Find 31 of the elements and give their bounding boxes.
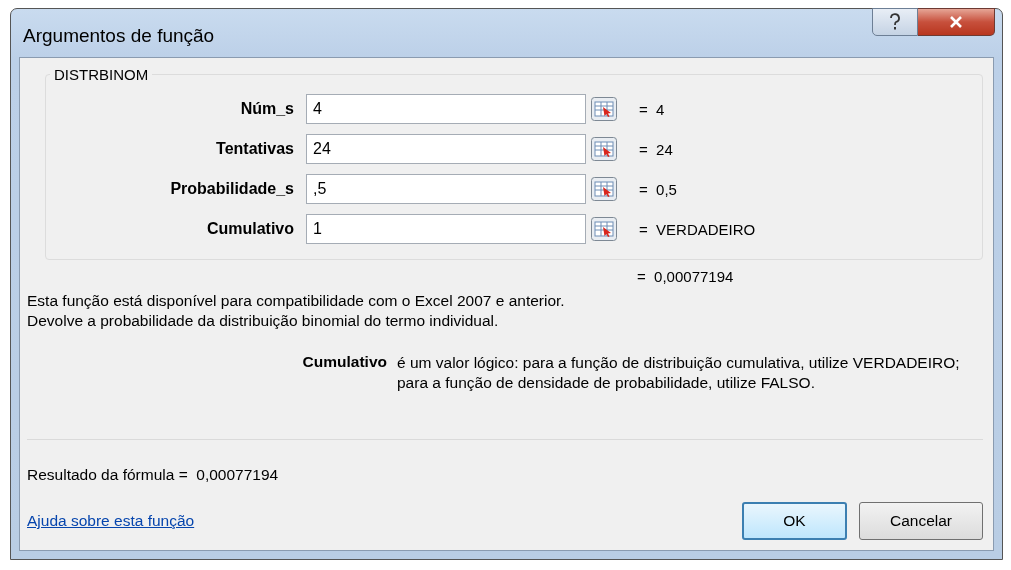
argument-field[interactable]: 24 [306, 134, 586, 164]
argument-help-text: é um valor lógico: para a função de distribuição cumulativa, utilize VERDADEIRO; para a função de densidade de probabilidade, utilize FALSO. [397, 353, 961, 393]
argument-label: Probabilidade_s [169, 180, 295, 198]
window-title: Argumentos de função [22, 25, 215, 47]
question-icon [889, 13, 901, 31]
argument-label: Núm_s [239, 100, 295, 118]
help-button[interactable] [872, 8, 918, 36]
range-picker-icon[interactable] [591, 177, 617, 201]
argument-label: Tentativas [215, 140, 295, 158]
description-text: Devolve a probabilidade da distribuição binomial do termo individual. [27, 311, 500, 331]
ok-button[interactable]: OK [742, 502, 847, 540]
description-text: Esta função está disponível para compatibilidade com o Excel 2007 e anterior. [27, 291, 566, 311]
argument-field[interactable]: 4 [306, 94, 586, 124]
formula-result: Resultado da fórmula = 0,00077194 [27, 466, 280, 484]
function-result: = 0,00077194 [637, 268, 735, 285]
cancel-button[interactable]: Cancelar [859, 502, 983, 540]
argument-result: = VERDADEIRO [639, 220, 756, 238]
argument-help-label: Cumulativo [301, 353, 388, 372]
help-link[interactable]: Ajuda sobre esta função [27, 512, 195, 530]
argument-field[interactable]: ,5 [306, 174, 586, 204]
argument-field[interactable]: 1 [306, 214, 586, 244]
argument-label: Cumulativo [205, 220, 295, 238]
argument-result: = 4 [639, 100, 665, 118]
range-picker-icon[interactable] [591, 97, 617, 121]
range-picker-icon[interactable] [591, 137, 617, 161]
argument-result: = 0,5 [639, 180, 677, 198]
close-icon [949, 16, 963, 28]
range-picker-icon[interactable] [591, 217, 617, 241]
function-name: DISTRBINOM [53, 66, 150, 83]
close-button[interactable] [918, 8, 995, 36]
argument-result: = 24 [639, 140, 673, 158]
